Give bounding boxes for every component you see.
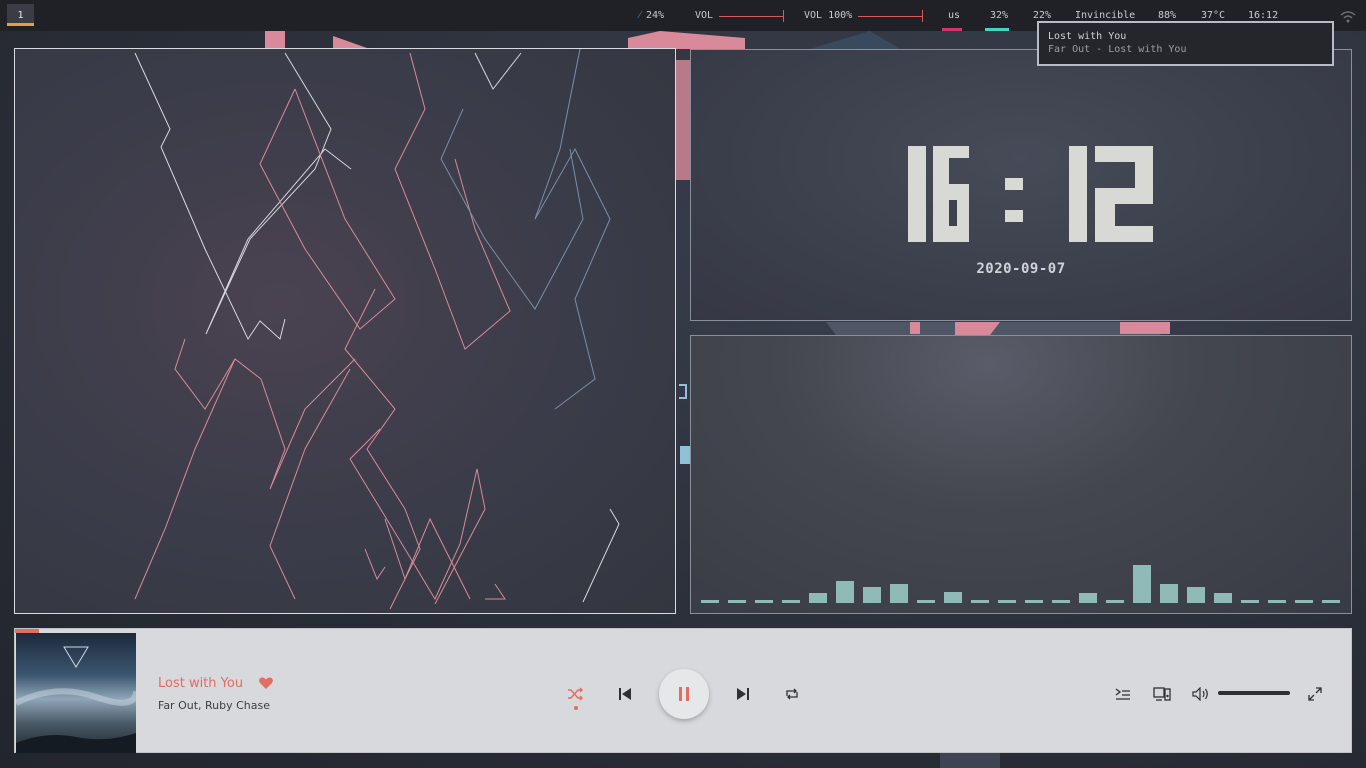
visualizer-window[interactable] (14, 48, 676, 614)
volume-bar-2[interactable] (858, 16, 922, 17)
devices-icon (1153, 687, 1171, 701)
clock-window[interactable]: 2020-09-07 (690, 49, 1352, 321)
volume-button[interactable] (1191, 684, 1211, 704)
spectrum-bar (917, 600, 935, 603)
spectrum-bar (1052, 600, 1070, 603)
fullscreen-button[interactable] (1305, 684, 1325, 704)
volume-bar-2-handle[interactable] (922, 10, 923, 22)
volume-bar-handle[interactable] (783, 10, 784, 22)
album-cover[interactable] (16, 633, 136, 753)
spectrum-bar (809, 593, 827, 603)
track-artists[interactable]: Far Out, Ruby Chase (158, 699, 270, 712)
notification-body: Far Out - Lost with You (1048, 44, 1187, 55)
spectrum-bar (944, 592, 962, 603)
spectrum-bar (1160, 584, 1178, 603)
workspace-button[interactable]: 1 (7, 4, 34, 26)
spectrum-bar (755, 600, 773, 603)
shuffle-icon (568, 687, 583, 701)
spectrum-bar (1214, 593, 1232, 603)
next-button[interactable] (733, 684, 753, 704)
wifi-icon[interactable] (1340, 11, 1356, 23)
spectrum-window[interactable] (690, 335, 1352, 614)
queue-icon (1115, 688, 1130, 700)
music-player: Lost with You Far Out, Ruby Chase (14, 628, 1352, 753)
spectrum-bar (863, 587, 881, 603)
next-icon (737, 688, 749, 700)
keyboard-layout[interactable]: us (948, 10, 960, 22)
clock-date: 2020-09-07 (976, 261, 1066, 277)
devices-button[interactable] (1152, 684, 1172, 704)
notification-popup[interactable]: Lost with You Far Out - Lost with You (1037, 21, 1334, 66)
cpu-label: 24% (646, 10, 665, 21)
track-title[interactable]: Lost with You (158, 676, 243, 691)
spectrum-bar (998, 600, 1016, 603)
memory-underline (985, 28, 1009, 31)
heart-icon[interactable] (258, 675, 274, 691)
spectrum-bar (1241, 600, 1259, 603)
volume-bar[interactable] (719, 16, 783, 17)
spectrum-bar (701, 600, 719, 603)
spectrum-bar (728, 600, 746, 603)
memory-label: 32% (990, 10, 1009, 21)
notification-title: Lost with You (1048, 31, 1127, 42)
layout-underline (942, 28, 962, 31)
cpu-icon: ⁄ (639, 10, 641, 21)
spectrum-bar (1133, 565, 1151, 603)
shuffle-active-dot (574, 706, 578, 710)
repeat-icon (786, 688, 798, 700)
spectrum-bar (1322, 600, 1340, 603)
volume-label: VOL (695, 10, 714, 21)
pause-icon (679, 687, 689, 701)
spectrum-bar (1079, 593, 1097, 603)
spectrum-bar (971, 600, 989, 603)
spectrum-bar (890, 584, 908, 603)
repeat-button[interactable] (782, 684, 802, 704)
volume-percent-label: VOL 100% (804, 10, 853, 21)
fullscreen-icon (1308, 687, 1322, 701)
clock-digits (908, 146, 1153, 242)
spectrum-bar (1295, 600, 1313, 603)
spectrum-bar (1025, 600, 1043, 603)
visualizer-lines (134, 49, 620, 610)
spectrum-bar (1268, 600, 1286, 603)
album-art (16, 646, 136, 753)
volume-slider[interactable] (1218, 691, 1290, 695)
previous-icon (619, 688, 631, 700)
queue-button[interactable] (1113, 684, 1133, 704)
shuffle-button[interactable] (565, 684, 585, 704)
spectrum-bar (782, 600, 800, 603)
spectrum-bar (836, 581, 854, 603)
spectrum-bar (1187, 587, 1205, 603)
play-pause-button[interactable] (659, 669, 709, 719)
spectrum-bar (1106, 600, 1124, 603)
volume-icon (1192, 687, 1208, 701)
previous-button[interactable] (615, 684, 635, 704)
